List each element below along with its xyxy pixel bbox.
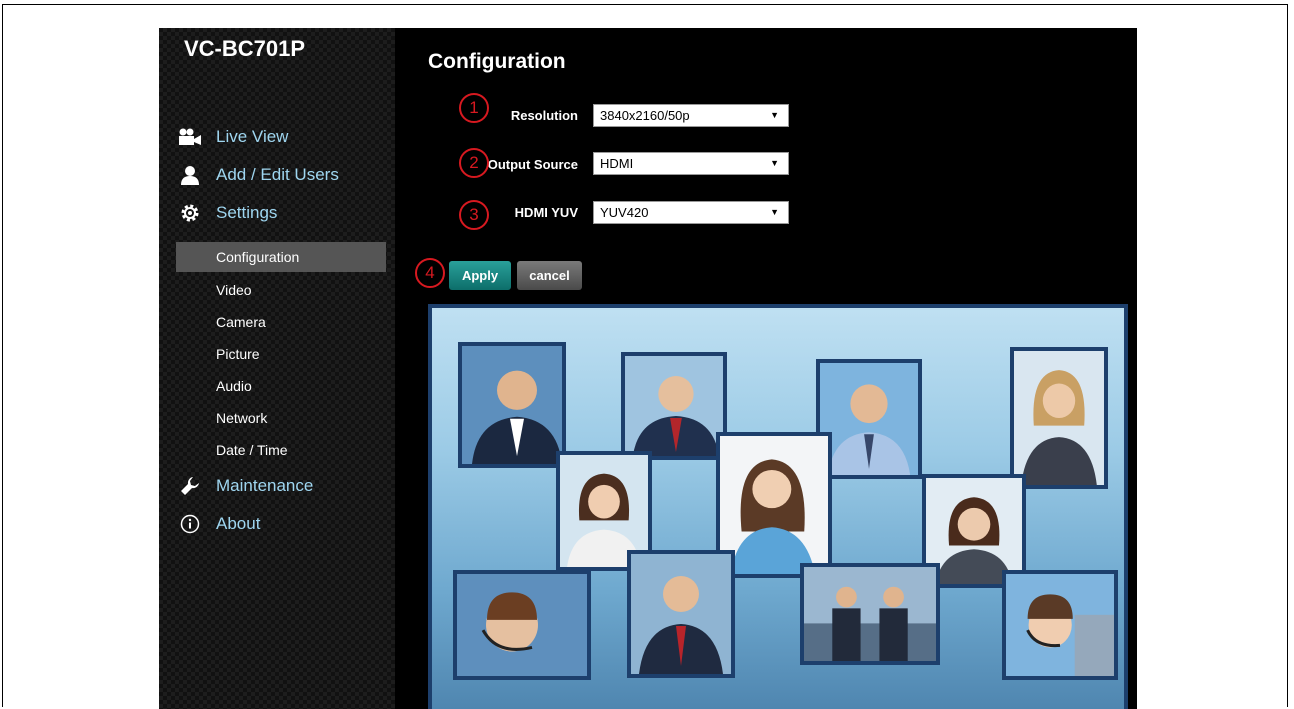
video-tile bbox=[458, 342, 566, 468]
output-source-label: Output Source bbox=[487, 157, 578, 172]
page-title: Configuration bbox=[428, 50, 566, 73]
chevron-down-icon: ▼ bbox=[770, 110, 779, 120]
chevron-down-icon: ▼ bbox=[770, 207, 779, 217]
video-tile bbox=[627, 550, 735, 678]
output-source-value: HDMI bbox=[600, 156, 634, 171]
nav-maintenance[interactable]: Maintenance bbox=[177, 472, 313, 500]
camera-web-ui: VC-BC701P Live View Add / Edit Users Set… bbox=[159, 28, 1137, 709]
cancel-button[interactable]: cancel bbox=[517, 261, 582, 290]
nav-settings[interactable]: Settings bbox=[177, 199, 277, 227]
video-tile bbox=[800, 563, 940, 665]
nav-about-label: About bbox=[216, 514, 261, 533]
video-camera-icon bbox=[177, 126, 203, 148]
info-icon bbox=[177, 513, 203, 535]
resolution-label: Resolution bbox=[510, 108, 578, 123]
model-name: VC-BC701P bbox=[184, 36, 306, 61]
sidebar: VC-BC701P Live View Add / Edit Users Set… bbox=[159, 28, 395, 709]
nav-sub-date-time[interactable]: Date / Time bbox=[176, 435, 386, 465]
resolution-select[interactable]: 3840x2160/50p ▼ bbox=[593, 104, 789, 127]
nav-settings-label: Settings bbox=[216, 203, 278, 222]
nav-sub-configuration[interactable]: Configuration bbox=[176, 242, 386, 272]
chevron-down-icon: ▼ bbox=[770, 158, 779, 168]
nav-live-view-label: Live View bbox=[216, 127, 289, 146]
nav-about[interactable]: About bbox=[177, 510, 260, 538]
nav-sub-video[interactable]: Video bbox=[176, 275, 386, 305]
output-source-select[interactable]: HDMI ▼ bbox=[593, 152, 789, 175]
video-tile bbox=[1002, 570, 1118, 680]
nav-add-edit-users-label: Add / Edit Users bbox=[216, 165, 339, 184]
nav-add-edit-users[interactable]: Add / Edit Users bbox=[177, 161, 339, 189]
user-icon bbox=[177, 164, 203, 186]
callout-marker-4: 4 bbox=[415, 258, 445, 288]
resolution-value: 3840x2160/50p bbox=[600, 108, 690, 123]
gear-icon bbox=[177, 202, 203, 224]
apply-button[interactable]: Apply bbox=[449, 261, 511, 290]
main-content: Configuration Resolution 3840x2160/50p ▼… bbox=[395, 28, 1137, 709]
callout-marker-3: 3 bbox=[459, 200, 489, 230]
nav-sub-audio[interactable]: Audio bbox=[176, 371, 386, 401]
video-tile bbox=[1010, 347, 1108, 489]
wrench-icon bbox=[177, 475, 203, 497]
callout-marker-2: 2 bbox=[459, 148, 489, 178]
nav-sub-picture[interactable]: Picture bbox=[176, 339, 386, 369]
hdmi-yuv-label: HDMI YUV bbox=[514, 205, 578, 220]
hdmi-yuv-value: YUV420 bbox=[600, 205, 649, 220]
nav-sub-network[interactable]: Network bbox=[176, 403, 386, 433]
nav-maintenance-label: Maintenance bbox=[216, 476, 314, 495]
nav-live-view[interactable]: Live View bbox=[177, 123, 288, 151]
hdmi-yuv-select[interactable]: YUV420 ▼ bbox=[593, 201, 789, 224]
nav-sub-camera[interactable]: Camera bbox=[176, 307, 386, 337]
callout-marker-1: 1 bbox=[459, 93, 489, 123]
live-preview-image bbox=[428, 304, 1128, 709]
video-tile bbox=[453, 570, 591, 680]
video-tile bbox=[621, 352, 727, 460]
